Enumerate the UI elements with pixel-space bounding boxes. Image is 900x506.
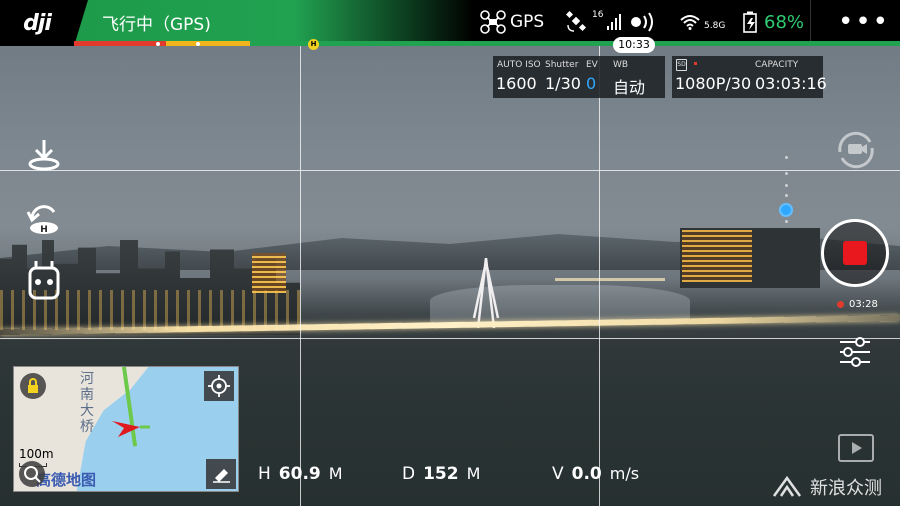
ev-slider-knob[interactable] [779,203,793,217]
map-place-label: 河南大桥 [80,371,94,435]
record-button[interactable] [821,219,889,287]
ev-value: 0 [586,74,597,93]
logo-text: dji [23,10,52,36]
grid-line [0,338,900,339]
battery-marker [196,42,200,46]
ev-tick [785,156,788,159]
playback-icon[interactable] [838,434,874,462]
satellite-signal[interactable]: 16 [566,0,622,44]
map-zoom-button[interactable] [19,461,45,487]
ev-tick [785,194,788,197]
zoom-icon [24,466,41,483]
battery-critical-segment [74,41,166,46]
clock: 10:33 [613,37,655,53]
stop-icon [843,241,867,265]
camera-settings-icon[interactable] [838,336,872,368]
aircraft-position-icon [112,421,150,437]
more-menu-button[interactable]: ••• [838,0,890,44]
distance-unit: M [466,464,481,483]
distance-value: 152 [423,464,459,484]
signal-bars-icon [607,14,622,30]
more-dots-icon: ••• [838,7,891,37]
telemetry-velocity: V 0.0 m/s [552,464,639,484]
gps-status[interactable]: GPS [480,0,544,44]
map-scale-label: 100m [19,447,54,461]
battery-marker [156,42,160,46]
recording-time: 03:28 [849,299,878,310]
recording-timer: 03:28 [837,299,878,310]
wifi-icon [680,15,700,30]
telemetry-height: H 60.9 M [258,464,343,484]
camera-exposure-panel[interactable]: AUTO ISO Shutter EV WB 1600 1/30 0 自动 [493,56,665,98]
auto-takeoff-land-icon[interactable] [24,136,64,176]
storage-panel[interactable]: SD CAPACITY 1080P/30 03:03:16 [672,56,827,98]
battery-icon [743,11,757,33]
recording-dot-icon [837,301,844,308]
capacity-value: 03:03:16 [755,74,827,93]
eraser-icon [213,469,230,483]
shutter-value: 1/30 [545,74,581,93]
ev-tick [785,172,788,175]
map-locate-button[interactable] [204,371,234,401]
velocity-unit: m/s [609,464,640,483]
home-marker-icon: H [308,39,319,50]
ev-label: EV [586,60,598,70]
battery-status[interactable]: 68% [742,0,804,44]
map-lock-button[interactable] [20,373,46,399]
distant-bridge [555,278,665,281]
resolution-value: 1080P/30 [675,74,752,93]
lit-building-right [682,230,752,282]
satellite-count: 16 [592,10,604,20]
gps-label: GPS [510,12,545,32]
height-unit: M [328,464,343,483]
sd-card-icon: SD [676,59,687,71]
height-value: 60.9 [278,464,321,484]
ev-tick [785,220,788,223]
return-to-home-icon[interactable]: H [24,200,64,240]
height-label: H [258,464,271,484]
iso-label: AUTO ISO [497,60,541,70]
divider [810,0,811,44]
flight-status-text: 飞行中（GPS) [102,15,211,35]
wb-label: WB [613,60,629,70]
grid-line [300,46,301,506]
ev-tick [785,184,788,187]
velocity-value: 0.0 [571,464,602,484]
map-provider-logo: 高德地图 [36,471,97,489]
battery-percent: 68% [764,11,805,33]
map-clear-button[interactable] [206,459,236,489]
wb-value: 自动 [613,78,646,97]
watermark-text: 新浪众测 [810,478,882,499]
grid-line [599,46,600,506]
capacity-label: CAPACITY [755,60,799,70]
satellite-icon [566,11,587,32]
dji-logo[interactable]: dji [0,0,74,46]
sd-status-dot [694,62,697,65]
battery-level-bar: H [74,39,900,50]
mini-map[interactable]: 河南大桥 100m 高德地图 [13,366,239,492]
photo-video-switch-icon[interactable] [834,130,878,170]
telemetry-distance: D 152 M [402,464,480,484]
grid-line [0,170,900,171]
watermark: 新浪众测 [772,474,882,500]
battery-low-segment [166,41,250,46]
camera-mode-icon[interactable] [24,260,64,300]
watermark-logo-icon [772,476,802,497]
top-status-bar: dji 飞行中（GPS) GPS 16 5.8G 68% ••• H [0,0,900,50]
hd-signal[interactable]: 5.8G [680,0,725,44]
distance-label: D [402,464,416,484]
wifi-band: 5.8G [704,21,726,31]
svg-text:H: H [40,225,48,235]
lit-building [252,253,286,293]
velocity-label: V [552,464,564,484]
shutter-label: Shutter [545,60,579,70]
crosshair-icon [208,375,230,397]
lock-icon [28,378,38,393]
rc-signal-icon [631,12,653,32]
drone-icon [480,10,506,34]
iso-value: 1600 [496,74,537,93]
